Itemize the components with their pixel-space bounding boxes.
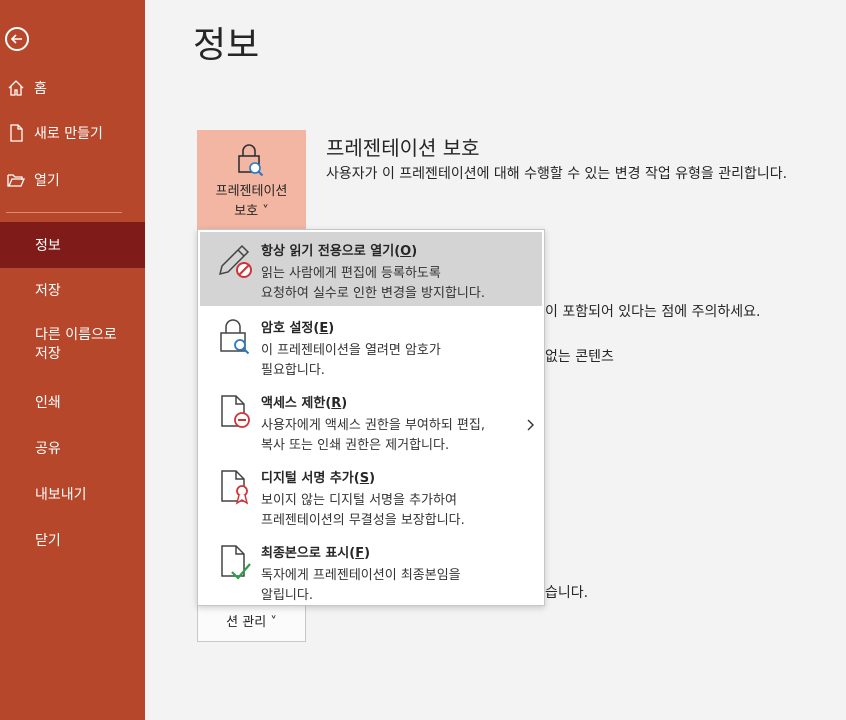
nav-label: 열기 [34, 173, 60, 189]
menu-item-desc: 요청하여 실수로 인한 변경을 방지합니다. [261, 286, 485, 301]
nav-label: 공유 [35, 441, 61, 457]
nav-item-home[interactable]: 홈 [0, 66, 145, 110]
menu-item-desc: 사용자에게 액세스 권한을 부여하되 편집, [261, 418, 485, 433]
nav-label: 정보 [35, 238, 61, 254]
title-text: 디지털 서명 추가 [261, 471, 354, 486]
menu-item-mark-as-final[interactable]: 최종본으로 표시(F) 독자에게 프레젠테이션이 최종본임을 알립니다. [200, 534, 542, 604]
nav-item-print[interactable]: 인쇄 [0, 380, 145, 424]
nav-item-close[interactable]: 닫기 [0, 518, 145, 562]
title-text: 최종본으로 표시 [261, 546, 350, 561]
nav-label: 인쇄 [35, 395, 61, 411]
nav-item-export[interactable]: 내보내기 [0, 472, 145, 516]
protect-presentation-menu: 항상 읽기 전용으로 열기(O) 읽는 사람에게 편집에 등록하도록 요청하여 … [197, 229, 545, 606]
menu-item-desc: 보이지 않는 디지털 서명을 추가하여 [261, 493, 457, 508]
nav-item-open[interactable]: 열기 [0, 158, 145, 202]
title-text: 암호 설정 [261, 321, 314, 336]
nav-label: 닫기 [35, 533, 61, 549]
menu-item-title: 액세스 제한(R) [261, 396, 348, 411]
chevron-right-icon [526, 417, 536, 436]
nav-label-wrap: 다른 이름으로 저장 [0, 326, 117, 364]
document-ribbon-icon [216, 467, 256, 511]
folder-open-icon [6, 170, 26, 190]
protect-presentation-button[interactable]: 프레젠테이션 보호 ˅ [197, 130, 306, 231]
access-key: S [359, 471, 370, 486]
nav-item-share[interactable]: 공유 [0, 426, 145, 470]
protect-button-label: 프레젠테이션 [215, 184, 288, 199]
menu-item-desc: 읽는 사람에게 편집에 등록하도록 [261, 266, 441, 281]
pencil-prohibited-icon [216, 240, 256, 284]
menu-item-desc: 이 프레젠테이션을 열려면 암호가 [261, 343, 441, 358]
section-title: 프레젠테이션 보호 [326, 136, 480, 160]
nav-label: 다른 이름으로 [35, 327, 117, 343]
new-file-icon [6, 123, 26, 143]
menu-item-desc: 독자에게 프레젠테이션이 최종본임을 [261, 568, 461, 583]
nav-label-line2: 저장 [35, 346, 61, 362]
menu-item-desc: 프레젠테이션의 무결성을 보장합니다. [261, 513, 465, 528]
backstage-sidebar: 홈 새로 만들기 열기 정보 저장 다른 이름으로 저장 인쇄 공유 내보내기 … [0, 0, 145, 720]
menu-item-title: 항상 읽기 전용으로 열기(O) [261, 244, 418, 259]
document-restrict-icon [216, 392, 256, 436]
title-text: 항상 읽기 전용으로 열기 [261, 244, 395, 259]
menu-item-desc: 복사 또는 인쇄 권한은 제거합니다. [261, 438, 450, 453]
menu-item-title: 최종본으로 표시(F) [261, 546, 371, 561]
background-text: 이 포함되어 있다는 점에 주의하세요. [545, 304, 761, 320]
document-check-icon [216, 542, 256, 586]
menu-item-title: 디지털 서명 추가(S) [261, 471, 376, 486]
nav-item-save-as[interactable]: 다른 이름으로 저장 [0, 322, 145, 368]
protect-button-label-2: 보호 ˅ [234, 204, 269, 219]
nav-label: 홈 [34, 81, 47, 97]
access-key: E [319, 321, 329, 336]
menu-item-set-password[interactable]: 암호 설정(E) 이 프레젠테이션을 열려면 암호가 필요합니다. [200, 309, 542, 382]
lock-key-icon [233, 142, 269, 182]
access-key: O [400, 244, 412, 259]
manage-button-label: 션 관리 ˅ [226, 615, 277, 630]
lock-key-icon [216, 317, 256, 361]
back-arrow-icon[interactable] [5, 27, 29, 51]
section-description: 사용자가 이 프레젠테이션에 대해 수행할 수 있는 변경 작업 유형을 관리합… [326, 166, 788, 182]
menu-item-desc: 알립니다. [261, 588, 313, 603]
nav-item-info[interactable]: 정보 [0, 222, 145, 268]
nav-label: 내보내기 [35, 487, 87, 503]
nav-label: 저장 [35, 283, 61, 299]
nav-item-save[interactable]: 저장 [0, 268, 145, 312]
access-key: R [331, 396, 342, 411]
nav-label: 새로 만들기 [34, 126, 103, 142]
background-text: 없는 콘텐츠 [545, 349, 614, 365]
menu-item-title: 암호 설정(E) [261, 321, 335, 336]
menu-item-always-read-only[interactable]: 항상 읽기 전용으로 열기(O) 읽는 사람에게 편집에 등록하도록 요청하여 … [200, 232, 542, 306]
menu-item-add-digital-signature[interactable]: 디지털 서명 추가(S) 보이지 않는 디지털 서명을 추가하여 프레젠테이션의… [200, 459, 542, 533]
nav-divider [6, 212, 122, 213]
page-title: 정보 [193, 25, 260, 66]
background-text: 습니다. [545, 585, 589, 601]
access-key: F [355, 546, 365, 561]
menu-item-restrict-access[interactable]: 액세스 제한(R) 사용자에게 액세스 권한을 부여하되 편집, 복사 또는 인… [200, 384, 542, 458]
title-text: 액세스 제한 [261, 396, 326, 411]
home-icon [6, 78, 26, 98]
nav-item-new[interactable]: 새로 만들기 [0, 111, 145, 155]
menu-item-desc: 필요합니다. [261, 363, 325, 378]
